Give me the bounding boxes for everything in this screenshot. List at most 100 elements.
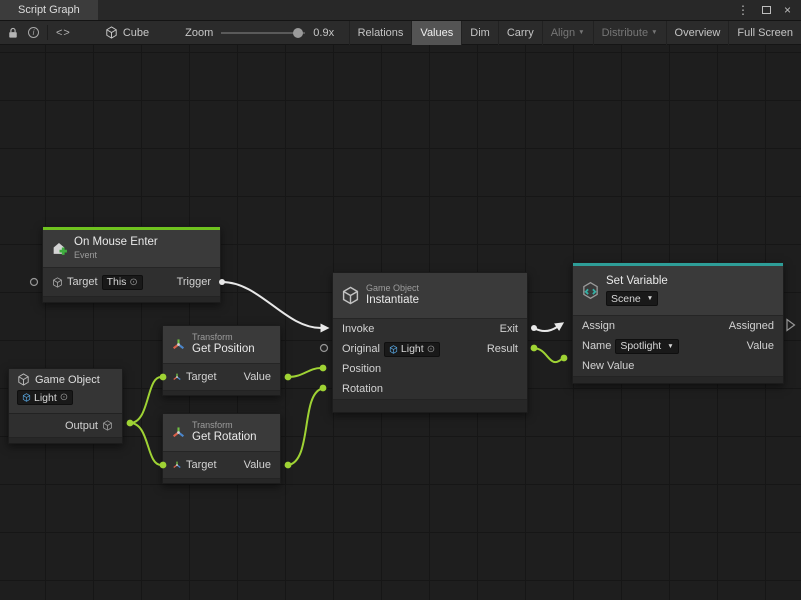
game-object-icon bbox=[17, 373, 30, 386]
node-instantiate[interactable]: Game Object Instantiate Invoke Exit Orig… bbox=[332, 272, 528, 413]
chevron-down-icon: ▼ bbox=[667, 343, 673, 350]
port-mouse-enter-trigger[interactable] bbox=[219, 279, 225, 285]
transform-type-icon bbox=[172, 460, 182, 470]
chevron-down-icon: ▼ bbox=[578, 29, 584, 36]
node-set-variable[interactable]: Set Variable Scene ▼ Assign Assigned Nam… bbox=[572, 262, 784, 384]
node-game-object-literal[interactable]: Game Object Light ⊙ Output bbox=[8, 368, 123, 444]
node-get-rotation[interactable]: Transform Get Rotation Target Value bbox=[162, 413, 281, 484]
port-label-invoke: Invoke bbox=[342, 323, 374, 335]
cube-icon bbox=[105, 26, 118, 39]
tab-label: Script Graph bbox=[18, 4, 80, 16]
node-title: Get Rotation bbox=[192, 431, 257, 445]
port-label-target: Target bbox=[186, 459, 217, 471]
port-label-trigger: Trigger bbox=[177, 276, 211, 288]
tab-script-graph[interactable]: Script Graph bbox=[0, 0, 98, 20]
port-label-exit: Exit bbox=[500, 323, 518, 335]
chevron-down-icon: ▼ bbox=[651, 29, 657, 36]
port-label-target: Target bbox=[67, 276, 98, 288]
variable-scope-dropdown[interactable]: Scene ▼ bbox=[606, 291, 658, 306]
zoom-value: 0.9x bbox=[313, 27, 334, 39]
port-instantiate-exit[interactable] bbox=[531, 325, 537, 331]
port-instantiate-result[interactable] bbox=[531, 345, 538, 352]
node-title: Set Variable bbox=[606, 275, 668, 289]
port-label-original: Original bbox=[342, 343, 380, 355]
node-category: Game Object bbox=[366, 283, 419, 294]
port-label-assigned: Assigned bbox=[729, 320, 774, 332]
node-subtitle: Event bbox=[74, 250, 158, 261]
game-object-icon bbox=[22, 393, 31, 402]
object-field-value: This bbox=[107, 276, 127, 288]
node-footer bbox=[163, 390, 280, 395]
node-footer bbox=[573, 376, 783, 383]
port-label-value: Value bbox=[244, 459, 271, 471]
port-getposition-target[interactable] bbox=[160, 374, 167, 381]
close-button[interactable]: × bbox=[784, 3, 791, 17]
port-instantiate-rotation[interactable] bbox=[320, 385, 327, 392]
fullscreen-button[interactable]: Full Screen bbox=[728, 21, 801, 45]
game-object-icon bbox=[341, 286, 360, 305]
scope-value: Scene bbox=[611, 293, 641, 306]
zoom-label: Zoom bbox=[185, 27, 213, 39]
zoom-slider[interactable] bbox=[221, 27, 305, 39]
transform-icon bbox=[171, 337, 186, 352]
carry-toggle[interactable]: Carry bbox=[498, 21, 542, 45]
port-label-result: Result bbox=[487, 343, 518, 355]
game-object-type-icon bbox=[102, 420, 113, 431]
lock-icon[interactable] bbox=[8, 27, 18, 39]
port-mouse-enter-target[interactable] bbox=[31, 279, 38, 286]
toolbar-separator bbox=[47, 25, 48, 40]
graph-toolbar: i <> Cube Zoom 0.9x Relations Values Dim… bbox=[0, 21, 801, 45]
node-on-mouse-enter[interactable]: On Mouse Enter Event Target This ⊙ Trigg… bbox=[42, 226, 221, 303]
align-dropdown[interactable]: Align▼ bbox=[542, 21, 593, 45]
graph-target-label: Cube bbox=[123, 27, 149, 39]
port-setvariable-new-value[interactable] bbox=[561, 355, 568, 362]
chevron-down-icon: ▼ bbox=[647, 295, 653, 303]
node-get-position[interactable]: Transform Get Position Target Value bbox=[162, 325, 281, 396]
port-label-new-value: New Value bbox=[582, 360, 634, 372]
set-variable-icon bbox=[581, 281, 600, 300]
target-object-field[interactable]: This ⊙ bbox=[102, 275, 143, 290]
node-title: Get Position bbox=[192, 343, 255, 357]
values-toggle[interactable]: Values bbox=[411, 21, 461, 45]
object-field[interactable]: Light ⊙ bbox=[17, 390, 73, 405]
port-gameobject-output[interactable] bbox=[127, 420, 134, 427]
object-picker-icon[interactable]: ⊙ bbox=[60, 392, 68, 403]
port-getrotation-target[interactable] bbox=[160, 462, 167, 469]
node-footer bbox=[43, 296, 220, 302]
maximize-button[interactable] bbox=[762, 6, 771, 14]
port-label-position: Position bbox=[342, 363, 381, 375]
object-picker-icon[interactable]: ⊙ bbox=[427, 344, 435, 355]
transform-type-icon bbox=[172, 372, 182, 382]
game-object-icon bbox=[389, 345, 398, 354]
port-getrotation-value[interactable] bbox=[285, 462, 292, 469]
info-icon[interactable]: i bbox=[28, 27, 39, 38]
mouse-enter-event-icon bbox=[51, 240, 68, 257]
node-title: Instantiate bbox=[366, 294, 419, 308]
window-tab-bar: Script Graph ⋮ × bbox=[0, 0, 801, 21]
original-object-field[interactable]: Light ⊙ bbox=[384, 342, 440, 357]
variable-name-dropdown[interactable]: Spotlight ▼ bbox=[615, 339, 678, 354]
overview-button[interactable]: Overview bbox=[666, 21, 729, 45]
distribute-dropdown[interactable]: Distribute▼ bbox=[593, 21, 666, 45]
transform-icon bbox=[171, 425, 186, 440]
zoom-slider-knob[interactable] bbox=[293, 28, 303, 38]
object-field-value: Light bbox=[401, 343, 424, 355]
game-object-type-icon bbox=[52, 277, 63, 288]
node-footer bbox=[333, 399, 527, 412]
dim-toggle[interactable]: Dim bbox=[461, 21, 498, 45]
relations-toggle[interactable]: Relations bbox=[349, 21, 412, 45]
variable-name-value: Spotlight bbox=[620, 340, 661, 352]
port-label-output: Output bbox=[65, 420, 98, 432]
node-category: Transform bbox=[192, 420, 257, 431]
port-instantiate-original[interactable] bbox=[321, 345, 328, 352]
port-getposition-value[interactable] bbox=[285, 374, 292, 381]
port-label-target: Target bbox=[186, 371, 217, 383]
port-label-assign: Assign bbox=[582, 320, 615, 332]
port-instantiate-position[interactable] bbox=[320, 365, 327, 372]
port-label-rotation: Rotation bbox=[342, 383, 383, 395]
node-footer bbox=[9, 437, 122, 443]
edit-script-icon[interactable]: <> bbox=[56, 27, 71, 39]
window-menu-button[interactable]: ⋮ bbox=[737, 3, 749, 17]
object-picker-icon[interactable]: ⊙ bbox=[129, 277, 137, 288]
port-label-value: Value bbox=[747, 340, 774, 352]
